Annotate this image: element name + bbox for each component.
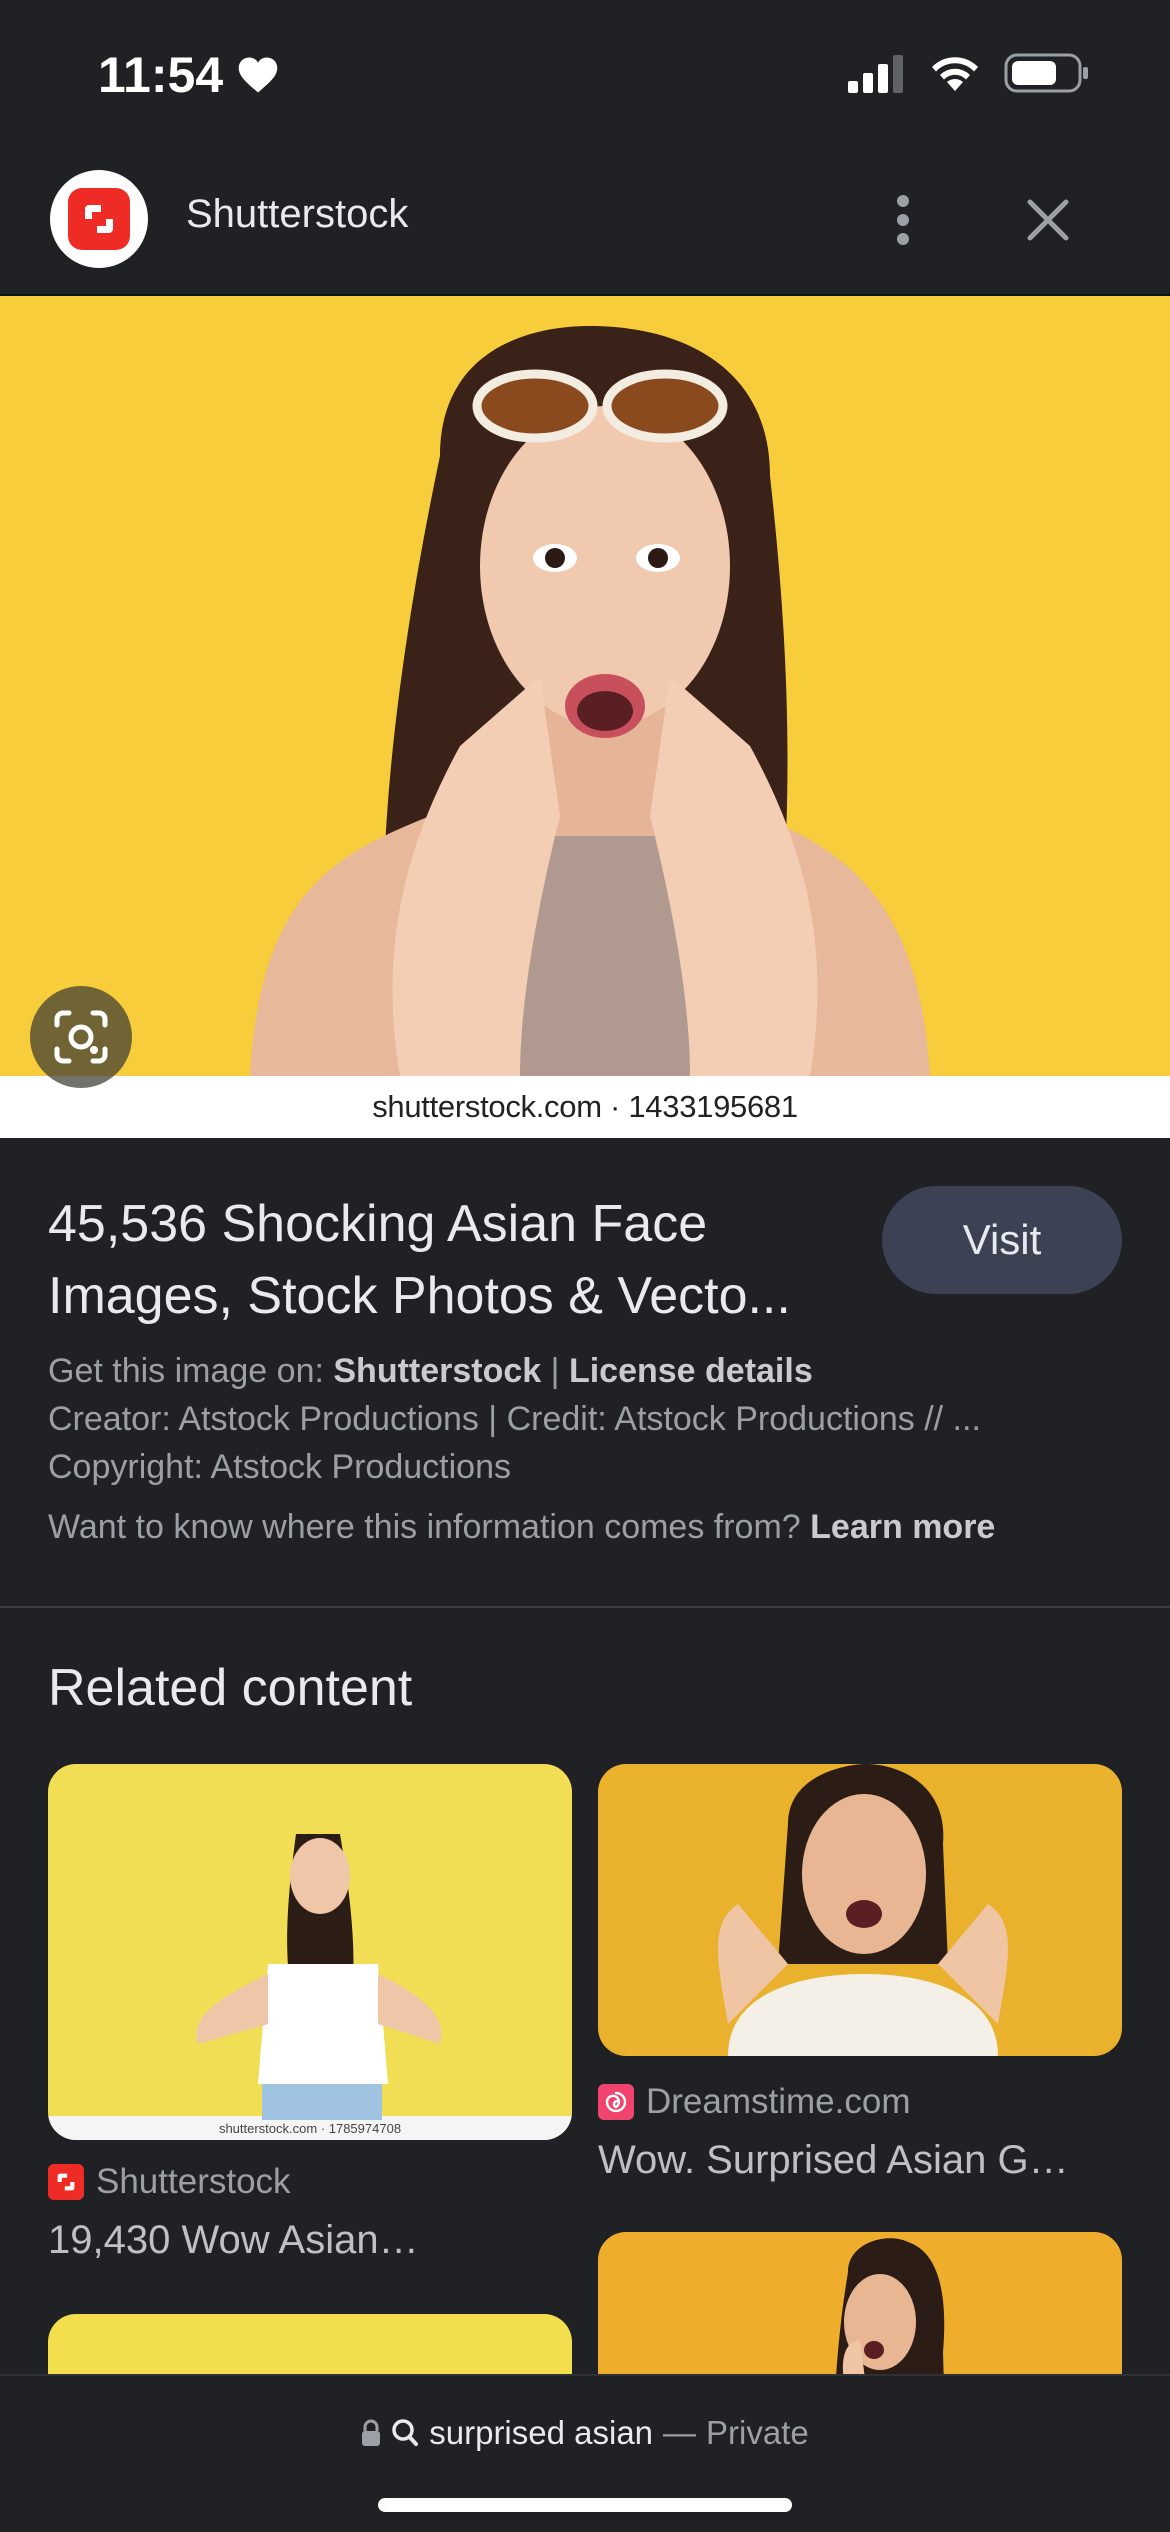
related-card-1-source[interactable]: Shutterstock xyxy=(48,2162,291,2202)
heart-icon xyxy=(238,57,278,93)
related-heading: Related content xyxy=(48,1659,413,1717)
related-card-2-source-name: Dreamstime.com xyxy=(646,2082,911,2121)
get-image-source-link[interactable]: Shutterstock xyxy=(333,1352,541,1390)
hero-caption-bar: shutterstock.com · 1433195681 xyxy=(0,1076,1170,1138)
related-photo-2 xyxy=(598,1764,1122,2056)
info-question: Want to know where this information come… xyxy=(48,1508,801,1546)
more-vert-icon xyxy=(897,195,909,245)
url-query: surprised asian xyxy=(429,2414,654,2451)
related-card-1-source-name: Shutterstock xyxy=(96,2162,291,2201)
get-image-line: Get this image on: Shutterstock | Licens… xyxy=(48,1352,813,1391)
wifi-icon xyxy=(932,57,978,91)
visit-button[interactable]: Visit xyxy=(882,1186,1122,1294)
url-dash: — xyxy=(663,2414,697,2451)
site-name[interactable]: Shutterstock xyxy=(186,192,408,237)
status-icons xyxy=(848,52,1090,94)
url-bar[interactable]: surprised asian — Private xyxy=(0,2414,1170,2452)
info-source-line: Want to know where this information come… xyxy=(48,1508,995,1547)
related-card-2-source[interactable]: Dreamstime.com xyxy=(598,2082,910,2122)
site-header: Shutterstock xyxy=(0,150,1170,296)
separator: | xyxy=(550,1352,560,1390)
more-options-button[interactable] xyxy=(878,180,928,260)
clock: 11:54 xyxy=(98,47,224,103)
hero-caption: shutterstock.com · 1433195681 xyxy=(372,1089,798,1124)
private-mode-label: Private xyxy=(706,2414,809,2451)
related-card-2-title[interactable]: Wow. Surprised Asian G… xyxy=(598,2138,1122,2183)
signal-icon xyxy=(848,55,903,93)
home-indicator[interactable] xyxy=(378,2498,792,2512)
related-card-1-watermark: shutterstock.com · 1785974708 xyxy=(218,2120,402,2136)
get-image-prefix: Get this image on: xyxy=(48,1352,324,1390)
search-icon xyxy=(392,2419,419,2446)
status-time: 11:54 xyxy=(98,46,279,104)
hero-photo xyxy=(0,296,1170,1076)
lens-button[interactable] xyxy=(30,986,132,1088)
shutterstock-logo-icon xyxy=(68,188,130,250)
status-bar: 11:54 xyxy=(0,0,1170,150)
image-info: 45,536 Shocking Asian Face Images, Stock… xyxy=(0,1138,1170,1608)
shutterstock-favicon-icon xyxy=(48,2164,84,2200)
close-button[interactable] xyxy=(1016,180,1080,260)
related-card-1-title[interactable]: 19,430 Wow Asian… xyxy=(48,2218,572,2263)
license-details-link[interactable]: License details xyxy=(569,1352,813,1390)
dreamstime-favicon-icon xyxy=(598,2084,634,2120)
lens-icon xyxy=(54,1010,108,1064)
creator-line: Creator: Atstock Productions | Credit: A… xyxy=(48,1400,981,1438)
learn-more-link[interactable]: Learn more xyxy=(810,1508,995,1546)
related-card-1-image[interactable]: shutterstock.com · 1785974708 xyxy=(48,1764,572,2140)
related-card-2-image[interactable] xyxy=(598,1764,1122,2056)
hero-image[interactable]: shutterstock.com · 1433195681 xyxy=(0,296,1170,1138)
related-photo-1 xyxy=(48,1764,572,2140)
copyright-line: Copyright: Atstock Productions xyxy=(48,1448,512,1486)
lock-icon xyxy=(362,2419,381,2446)
site-logo[interactable] xyxy=(50,170,148,268)
result-title[interactable]: 45,536 Shocking Asian Face Images, Stock… xyxy=(48,1188,878,1332)
battery-icon xyxy=(1004,53,1088,93)
close-icon xyxy=(1027,199,1069,241)
browser-bottom-bar: surprised asian — Private xyxy=(0,2374,1170,2532)
